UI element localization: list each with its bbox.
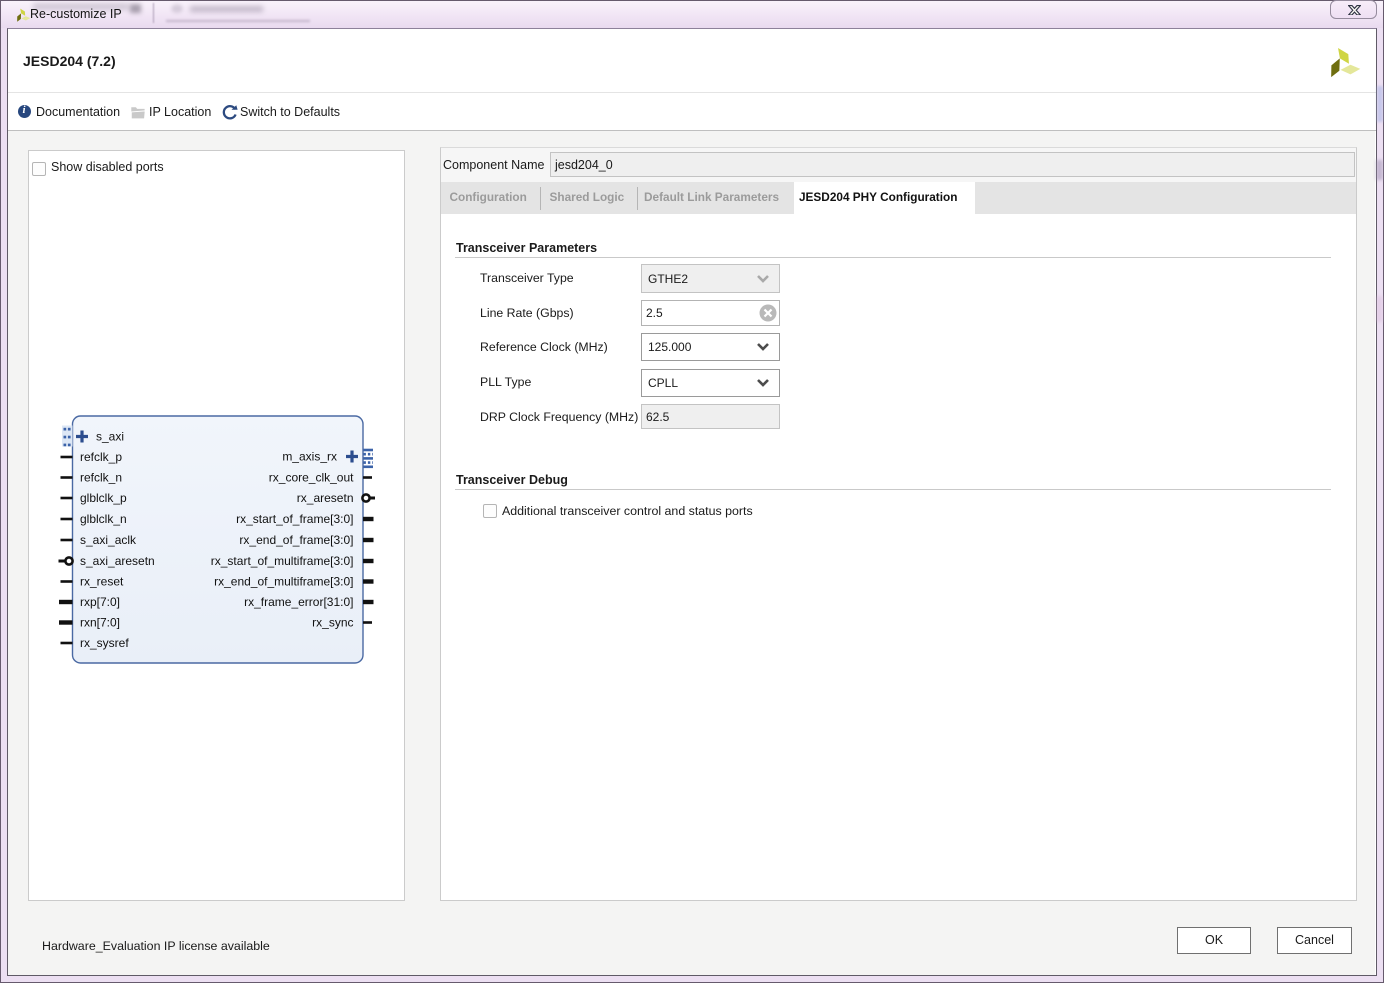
svg-text:rx_core_clk_out: rx_core_clk_out bbox=[269, 471, 354, 485]
svg-text:rx_sysref: rx_sysref bbox=[80, 636, 129, 650]
svg-text:s_axi: s_axi bbox=[96, 430, 124, 444]
svg-text:glblclk_n: glblclk_n bbox=[80, 512, 127, 526]
svg-text:rx_end_of_multiframe[3:0]: rx_end_of_multiframe[3:0] bbox=[214, 575, 353, 589]
svg-text:glblclk_p: glblclk_p bbox=[80, 491, 127, 505]
svg-text:rxn[7:0]: rxn[7:0] bbox=[80, 616, 120, 630]
svg-text:rxp[7:0]: rxp[7:0] bbox=[80, 595, 120, 609]
svg-text:rx_reset: rx_reset bbox=[80, 575, 124, 589]
svg-text:rx_aresetn: rx_aresetn bbox=[297, 491, 354, 505]
svg-text:rx_end_of_frame[3:0]: rx_end_of_frame[3:0] bbox=[239, 533, 353, 547]
svg-text:refclk_n: refclk_n bbox=[80, 471, 122, 485]
svg-text:s_axi_aresetn: s_axi_aresetn bbox=[80, 554, 155, 568]
svg-text:s_axi_aclk: s_axi_aclk bbox=[80, 533, 137, 547]
svg-text:refclk_p: refclk_p bbox=[80, 450, 122, 464]
svg-text:rx_frame_error[31:0]: rx_frame_error[31:0] bbox=[244, 595, 353, 609]
svg-text:rx_start_of_frame[3:0]: rx_start_of_frame[3:0] bbox=[236, 512, 353, 526]
svg-text:rx_sync: rx_sync bbox=[312, 616, 353, 630]
svg-text:rx_start_of_multiframe[3:0]: rx_start_of_multiframe[3:0] bbox=[211, 554, 354, 568]
svg-text:m_axis_rx: m_axis_rx bbox=[282, 450, 337, 464]
